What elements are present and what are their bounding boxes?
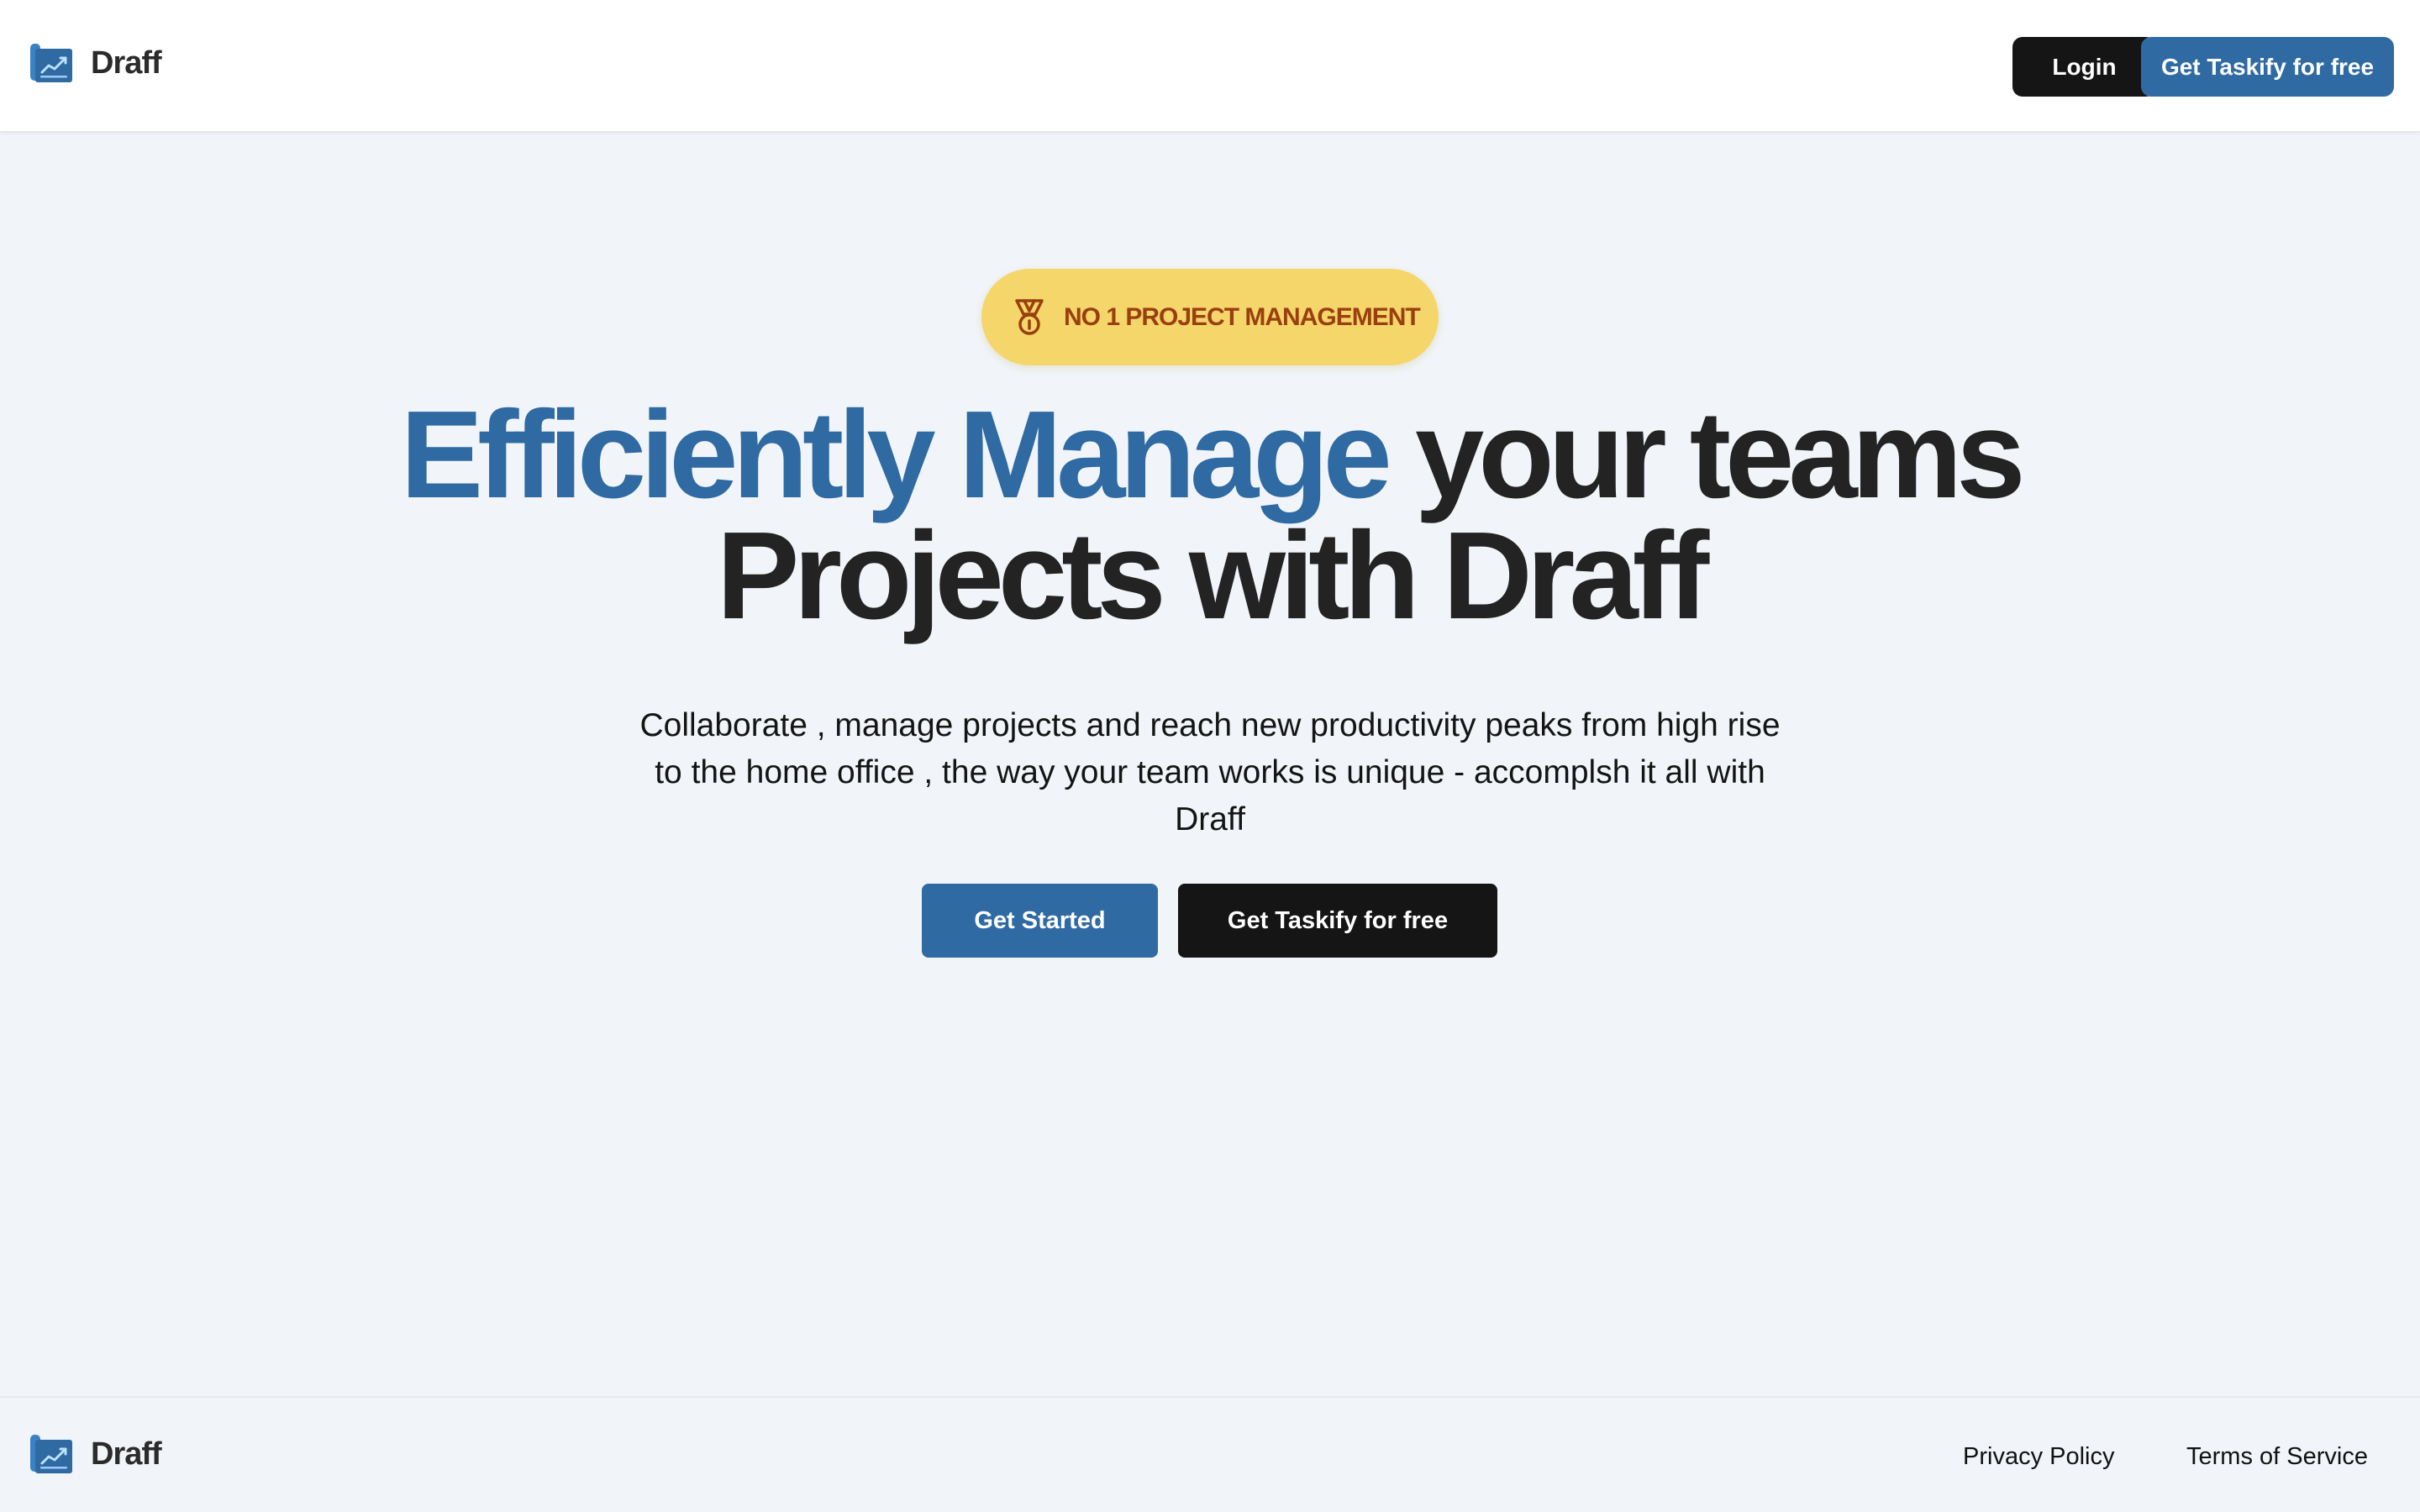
hero-subtitle: Collaborate , manage projects and reach …: [639, 707, 1781, 837]
badge-text: NO 1 PROJECT MANAGEMENT: [1064, 302, 1421, 331]
get-taskify-header-button[interactable]: Get Taskify for free: [2141, 37, 2394, 97]
footer-brand[interactable]: Draff: [30, 1433, 162, 1475]
headline-line2: Projects with Draff: [716, 507, 1710, 645]
top-navbar: Draff Login Get Taskify for free: [0, 0, 2420, 133]
login-button[interactable]: Login: [2012, 37, 2156, 97]
terms-of-service-link[interactable]: Terms of Service: [2186, 1443, 2368, 1471]
headline-line1-rest: your teams: [1386, 386, 2026, 524]
chart-folder-icon: [30, 44, 72, 82]
get-started-button[interactable]: Get Started: [922, 884, 1158, 958]
header-brand[interactable]: Draff: [30, 42, 162, 84]
hero-headline: Efficiently Manage your teams Projects w…: [0, 393, 2420, 638]
page-footer: Draff Privacy Policy Terms of Service: [0, 1396, 2420, 1512]
landing-page: Draff Login Get Taskify for free NO 1 PR…: [0, 0, 2420, 1512]
chart-folder-icon: [30, 1435, 72, 1473]
medal-icon: [1015, 298, 1044, 335]
footer-brand-name: Draff: [91, 1436, 162, 1472]
headline-accent: Efficiently Manage: [400, 386, 1392, 524]
get-taskify-hero-button[interactable]: Get Taskify for free: [1178, 884, 1497, 958]
brand-name: Draff: [91, 45, 162, 81]
privacy-policy-link[interactable]: Privacy Policy: [1963, 1443, 2115, 1471]
hero-badge: NO 1 PROJECT MANAGEMENT: [981, 269, 1439, 365]
